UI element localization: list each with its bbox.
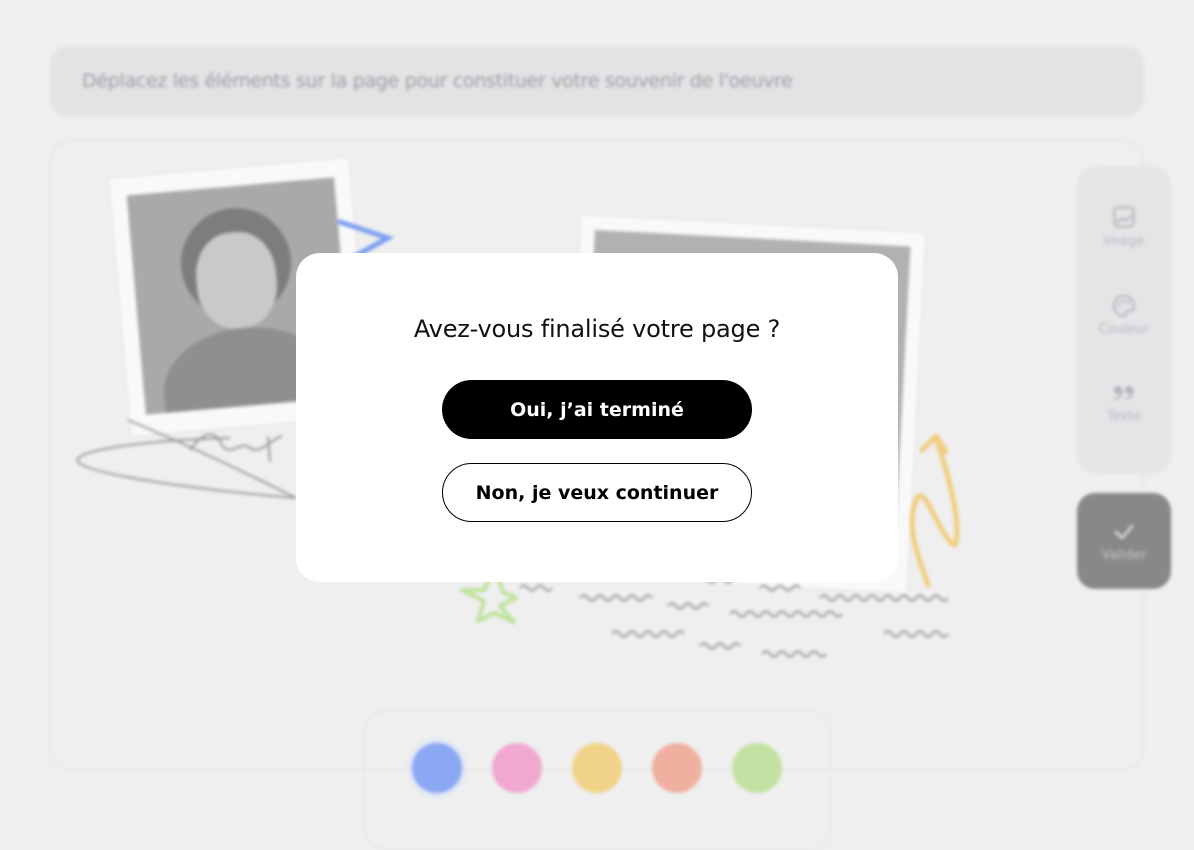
color-swatch-yellow[interactable] (572, 743, 622, 793)
tool-text-label: Texte (1106, 409, 1142, 424)
scribble-text-sticker (519, 576, 949, 658)
tool-color[interactable]: Couleur (1077, 294, 1171, 364)
color-swatch-green[interactable] (732, 743, 782, 793)
signature-sticker (76, 419, 297, 499)
confirm-finished-button[interactable]: Oui, j’ai terminé (442, 380, 752, 439)
yellow-arrow-sticker (909, 433, 960, 588)
color-swatch-salmon[interactable] (652, 743, 702, 793)
continue-editing-button[interactable]: Non, je veux continuer (442, 463, 752, 522)
quote-icon (1112, 381, 1136, 409)
validate-label: Valider (1101, 547, 1147, 563)
confirm-dialog: Avez-vous finalisé votre page ? Oui, j’a… (296, 253, 898, 582)
check-icon (1113, 520, 1135, 548)
tool-color-label: Couleur (1098, 322, 1150, 337)
image-icon (1113, 206, 1135, 234)
color-swatch-pink[interactable] (492, 743, 542, 793)
palette-icon (1112, 294, 1136, 322)
tool-image[interactable]: Image (1077, 206, 1171, 276)
dialog-title: Avez-vous finalisé votre page ? (413, 315, 781, 343)
color-swatch-blue[interactable] (412, 743, 462, 793)
tool-text[interactable]: Texte (1077, 381, 1171, 451)
validate-button[interactable]: Valider (1077, 493, 1171, 589)
tool-image-label: Image (1103, 234, 1145, 249)
tools-panel: Image Couleur Texte (1077, 166, 1171, 474)
